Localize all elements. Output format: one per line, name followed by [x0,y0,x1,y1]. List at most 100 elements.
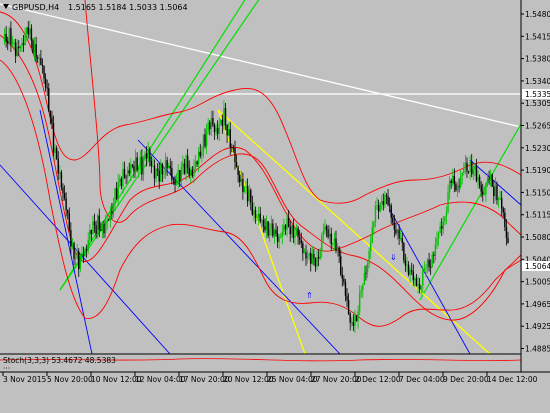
bear-candle [216,128,219,134]
time-tick-label: 7 Dec 04:00 [399,375,445,384]
bear-candle [310,253,312,264]
bull-candle [207,122,209,132]
bear-candle [156,168,159,171]
bull-candle [96,215,99,235]
horizontal-level-label: 1.5335 [525,90,550,99]
bear-candle [179,170,181,182]
bear-candle [467,171,470,173]
bull-candle [8,28,11,44]
bear-candle [229,129,231,148]
bull-candle [374,206,377,223]
bear-candle [458,186,460,187]
bear-candle [346,295,348,301]
bear-candle [415,278,418,286]
bull-candle [384,195,386,205]
bear-candle [407,264,410,275]
bear-candle [186,155,189,168]
bull-candle [144,153,146,160]
bear-candle [40,57,42,65]
bull-candle [257,213,260,218]
bear-candle [349,313,351,323]
bear-candle [62,187,64,194]
bull-candle [130,164,132,174]
bear-candle [213,125,216,132]
bear-candle [98,215,100,230]
bull-candle [295,228,298,236]
bull-candle [197,151,200,165]
bear-candle [504,212,506,227]
bull-candle [447,192,449,213]
bull-candle [16,46,18,57]
bear-candle [475,166,478,181]
bear-candle [338,247,340,257]
bear-candle [199,151,201,157]
bull-candle [322,231,325,236]
bull-candle [163,174,165,175]
bull-candle [483,194,486,196]
plot-area[interactable] [0,0,521,354]
bull-candle [79,255,82,270]
bull-candle [368,250,370,264]
chart-header: GBPUSD,H4 1.5165 1.5184 1.5033 1.5064 [3,3,188,12]
bull-candle [182,163,184,168]
bear-candle [141,156,143,175]
bull-candle [321,235,323,252]
bull-candle [452,175,454,183]
bull-candle [205,131,208,147]
bear-candle [120,178,123,186]
price-tick-label: 1.5190 [525,166,550,175]
bear-candle [158,170,160,182]
main-chart-svg[interactable]: ⇑ ⇓ GBPUSD,H4 1.5165 1.5184 1.5033 1.506… [0,0,550,413]
bear-candle [505,226,508,238]
bull-candle [87,240,89,250]
bull-candle [472,169,474,175]
bull-candle [243,186,246,193]
bull-candle [92,221,94,235]
bull-candle [280,236,282,238]
bull-candle [456,186,459,191]
bull-candle [426,259,429,269]
price-tick-label: 1.5005 [525,278,550,287]
bear-candle [404,260,407,266]
chart-window[interactable]: ⇑ ⇓ GBPUSD,H4 1.5165 1.5184 1.5033 1.506… [0,0,550,413]
time-tick-label: 9 Dec 20:00 [443,375,489,384]
bull-candle [134,157,137,172]
bull-candle [122,168,124,186]
ohlc-label: 1.5165 1.5184 1.5033 1.5064 [68,3,188,12]
bear-candle [10,28,12,45]
bull-candle [354,315,356,326]
bear-candle [183,163,186,174]
bull-candle [185,155,187,174]
bear-candle [418,284,421,290]
bull-candle [152,165,154,167]
bear-candle [276,233,279,242]
price-tick-label: 1.5150 [525,188,550,197]
bull-candle [33,44,36,54]
bull-candle [360,290,362,294]
bear-candle [172,179,175,181]
bear-candle [275,230,277,234]
time-axis[interactable]: 3 Nov 2015 5 Nov 20:0010 Nov 12:0012 Nov … [2,372,538,384]
bear-candle [239,175,241,182]
bear-candle [401,238,403,243]
bull-candle [499,198,501,200]
bull-candle [409,270,411,275]
bear-candle [272,223,274,236]
bull-candle [351,322,353,323]
bull-candle [362,285,364,291]
bear-candle [317,257,320,259]
bear-candle [264,226,266,231]
bear-candle [289,226,291,235]
bear-candle [478,176,481,186]
bear-candle [73,242,75,259]
bull-candle [168,165,170,169]
bull-candle [177,170,179,182]
bear-candle [221,119,224,127]
bear-candle [115,188,118,199]
price-tick-label: 1.5265 [525,122,550,131]
price-tick-label: 1.5230 [525,144,550,153]
bear-candle [51,117,53,124]
bear-candle [171,168,173,180]
bear-candle [393,222,396,230]
time-tick-label: 3 Nov 2015 [3,375,46,384]
